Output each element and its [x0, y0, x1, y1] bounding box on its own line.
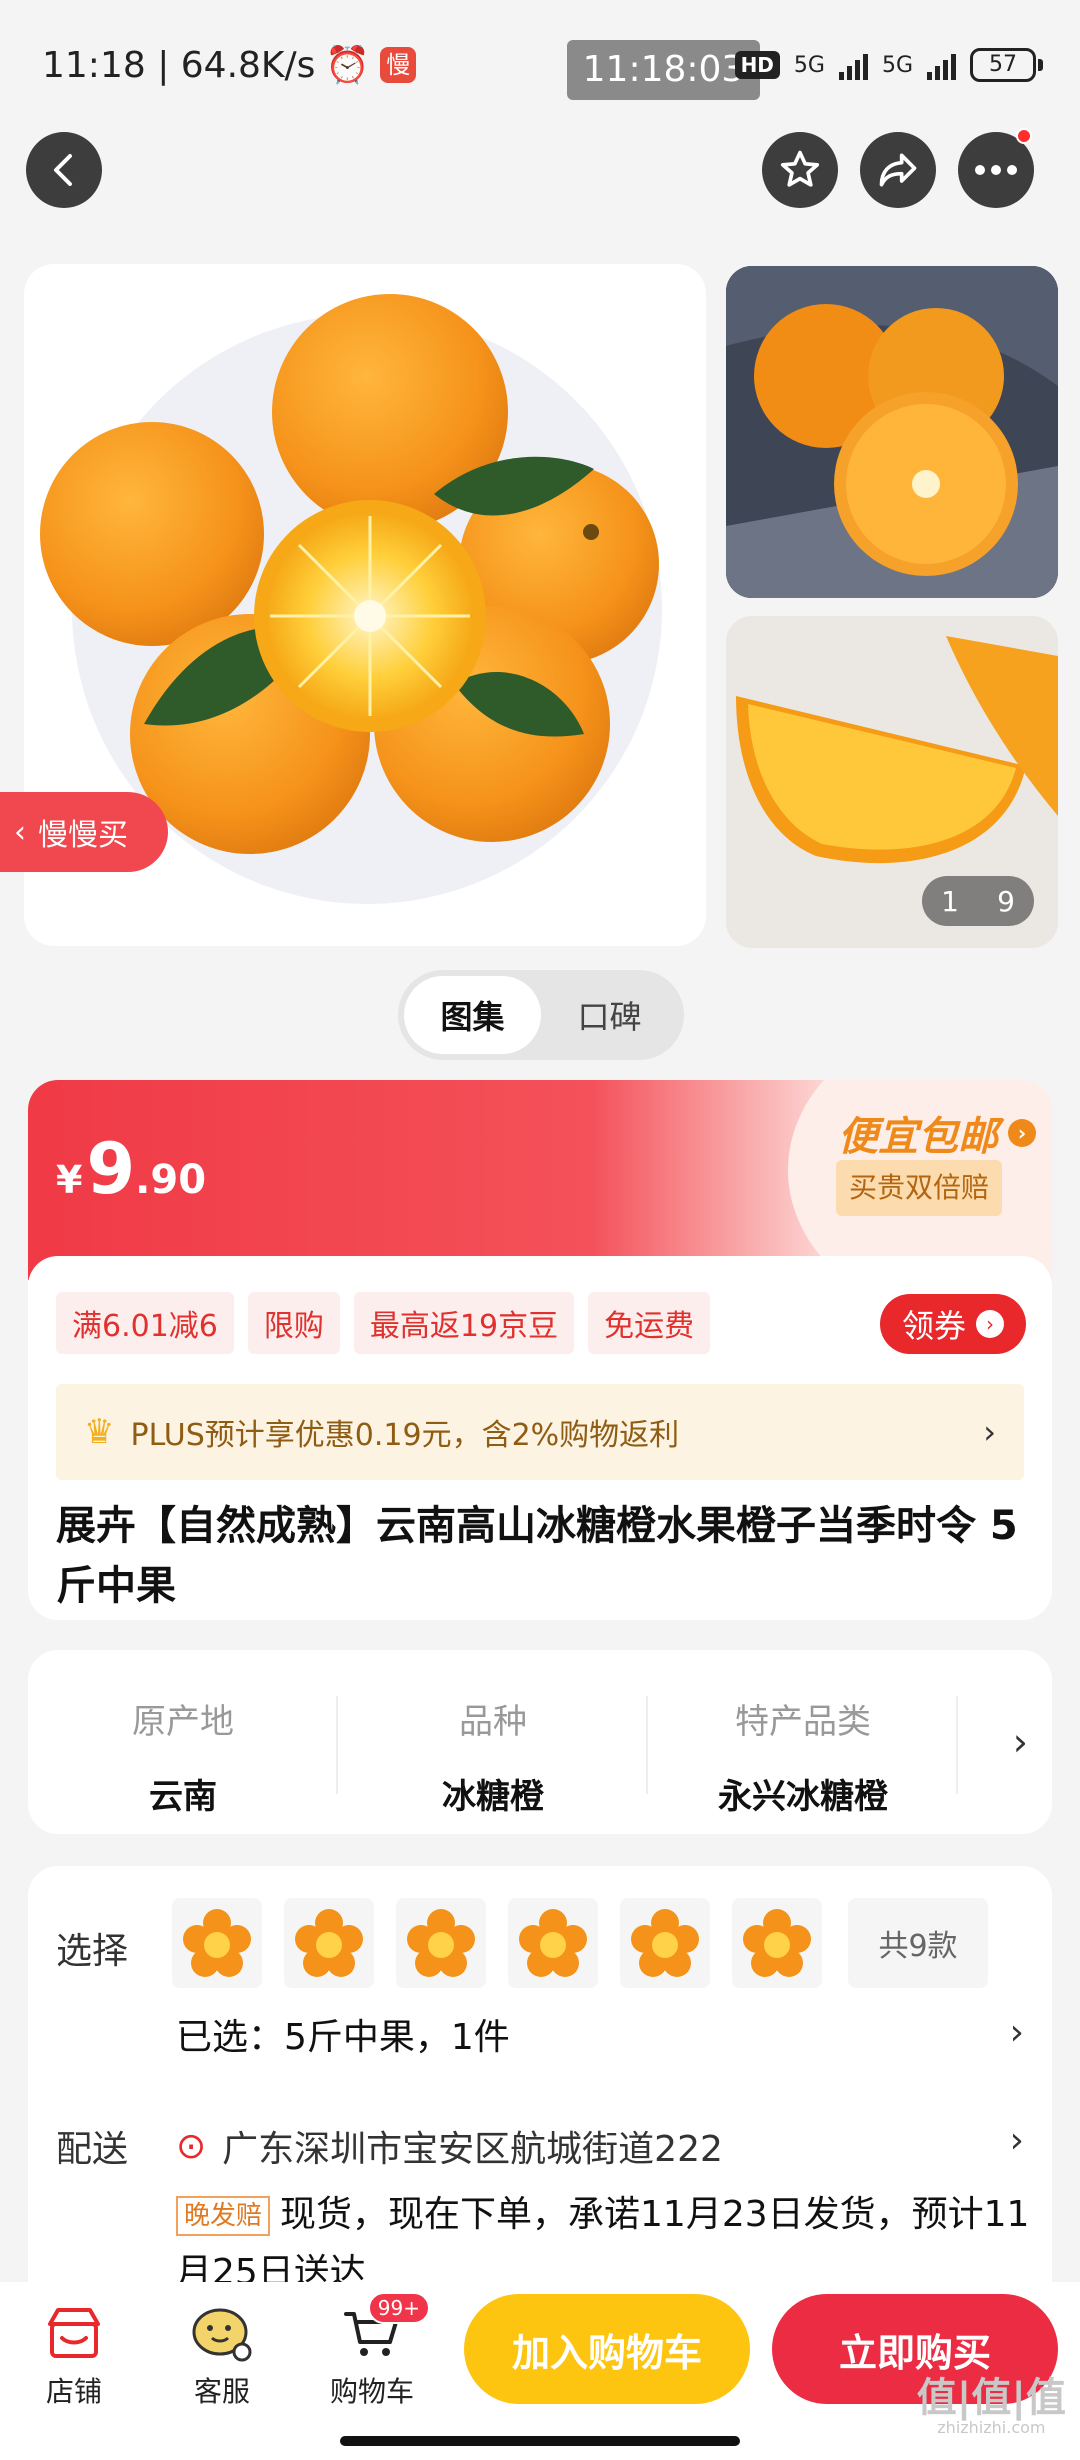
shop-button[interactable]: 店铺: [24, 2298, 124, 2410]
oranges-photo-2: [726, 266, 1058, 598]
gallery-thumb-2[interactable]: 1 9: [726, 616, 1058, 948]
address-text: 广东深圳市宝安区航城街道222: [222, 2129, 723, 2170]
promo-tags: 满6.01减6 限购 最高返19京豆 免运费: [56, 1292, 711, 1354]
variant-thumb[interactable]: [172, 1898, 262, 1988]
chevron-left-icon: [54, 154, 72, 186]
customer-service-label: 客服: [193, 2375, 250, 2408]
cheap-free-shipping-link[interactable]: 便宜包邮 ›: [838, 1104, 1036, 1162]
orange-variant-icon: [407, 1909, 475, 1977]
counter-total: 9: [997, 884, 1015, 918]
selection-label: 选择: [56, 1931, 129, 1972]
delivery-info-text: 现货，现在下单，承诺11月23日发货，预计11月25日送达: [176, 2194, 1030, 2286]
star-icon: [780, 150, 820, 187]
promo-tag[interactable]: 免运费: [588, 1292, 711, 1354]
tab-gallery[interactable]: 图集: [404, 976, 541, 1054]
more-button[interactable]: [958, 128, 1034, 208]
orange-variant-icon: [295, 1909, 363, 1977]
attribute-value: 冰糖橙: [442, 1777, 544, 1817]
variant-thumbnails: [172, 1898, 822, 1988]
more-dots-icon: [975, 165, 1017, 175]
delivery-label: 配送: [56, 2129, 129, 2170]
crown-icon: ♛: [84, 1412, 115, 1452]
variant-thumb[interactable]: [620, 1898, 710, 1988]
manmanmai-return-tag[interactable]: ‹ 慢慢买: [0, 792, 168, 872]
watermark-main: 值|值|值: [916, 2375, 1066, 2421]
price: ¥ 9 .90: [56, 1128, 206, 1210]
gallery-counter: 1 9: [922, 876, 1034, 926]
chevron-right-icon: ›: [1012, 1720, 1028, 1764]
attribute-value: 永兴冰糖橙: [718, 1777, 888, 1817]
shop-label: 店铺: [45, 2375, 102, 2408]
chevron-left-icon: ‹: [14, 814, 26, 850]
location-pin-icon: ⊙: [176, 2125, 207, 2167]
product-title: 展卉【自然成熟】云南高山冰糖橙水果橙子当季时令 5斤中果: [56, 1503, 1018, 1609]
counter-current: 1: [941, 884, 959, 918]
shop-icon: [24, 2298, 124, 2370]
cart-button[interactable]: 99+ 购物车: [322, 2292, 430, 2410]
attribute-value: 云南: [149, 1777, 217, 1817]
product-page: 11:18 | 64.8K/s ⏰ 慢 11:18:03 HD 5G 5G 57: [0, 0, 1080, 2460]
attribute-label: 品种: [459, 1702, 527, 1742]
plus-benefit-row[interactable]: ♛ PLUS预计享优惠0.19元，含2%购物返利 ›: [56, 1384, 1024, 1480]
notification-dot: [1016, 128, 1032, 144]
attribute-label: 特产品类: [735, 1702, 871, 1742]
home-indicator[interactable]: [340, 2436, 740, 2446]
price-decimal: .90: [135, 1157, 207, 1203]
delivery-info: 晚发赔 现货，现在下单，承诺11月23日发货，预计11月25日送达: [176, 2186, 1036, 2286]
variant-thumb[interactable]: [508, 1898, 598, 1988]
watermark: 值|值|值 zhizhizhi.com: [917, 2378, 1066, 2438]
orange-variant-icon: [631, 1909, 699, 1977]
promo-tag[interactable]: 限购: [247, 1292, 340, 1354]
variant-thumb[interactable]: [284, 1898, 374, 1988]
selection-card: 选择 共9款 已选：5斤中果，1件 › 配送 ⊙ 广东深圳市宝安区航城街道222…: [28, 1866, 1052, 2286]
delivery-address[interactable]: ⊙ 广东深圳市宝安区航城街道222: [176, 2120, 723, 2172]
gallery-tabs: 图集 口碑: [398, 970, 684, 1060]
promo-tag[interactable]: 最高返19京豆: [353, 1292, 575, 1354]
cart-count-badge: 99+: [367, 2292, 430, 2324]
chevron-right-icon: ›: [983, 1413, 996, 1451]
plus-benefit-text: PLUS预计享优惠0.19元，含2%购物返利: [130, 1418, 680, 1453]
cart-icon: 99+: [322, 2292, 430, 2370]
divider: [956, 1696, 958, 1794]
attribute-label: 原产地: [132, 1702, 234, 1742]
attribute-category: 特产品类 永兴冰糖橙: [648, 1694, 958, 1818]
share-button[interactable]: [860, 132, 936, 208]
price-guarantee-badge: 买贵双倍赔: [836, 1160, 1002, 1216]
favorite-button[interactable]: [762, 132, 838, 208]
promo-title: 便宜包邮: [838, 1114, 998, 1160]
chevron-right-icon[interactable]: ›: [1010, 2120, 1024, 2161]
orange-variant-icon: [519, 1909, 587, 1977]
price-card: ¥ 9 .90 便宜包邮 › 买贵双倍赔 满6.01减6 限购 最高返19京豆 …: [28, 1080, 1052, 1620]
tab-reviews[interactable]: 口碑: [541, 976, 678, 1054]
selected-variant-text[interactable]: 已选：5斤中果，1件: [176, 2008, 510, 2060]
customer-service-button[interactable]: 客服: [172, 2298, 272, 2410]
variant-thumb[interactable]: [732, 1898, 822, 1988]
chevron-right-icon: ›: [976, 1310, 1004, 1338]
chevron-right-icon: ›: [1008, 1119, 1036, 1147]
price-integer: 9: [86, 1128, 136, 1210]
all-variants-button[interactable]: 共9款: [848, 1898, 988, 1988]
promo-section: 满6.01减6 限购 最高返19京豆 免运费 领券 › ♛ PLUS预计享优惠0…: [28, 1256, 1052, 1620]
chevron-right-icon[interactable]: ›: [1010, 2012, 1024, 2053]
orange-variant-icon: [743, 1909, 811, 1977]
variant-thumb[interactable]: [396, 1898, 486, 1988]
price-banner: ¥ 9 .90 便宜包邮 › 买贵双倍赔: [28, 1080, 1052, 1320]
currency-symbol: ¥: [56, 1158, 83, 1202]
add-to-cart-button[interactable]: 加入购物车: [464, 2294, 750, 2404]
share-icon: [879, 153, 917, 187]
gallery-thumb-1[interactable]: [726, 266, 1058, 598]
back-button[interactable]: [26, 132, 102, 208]
cart-label: 购物车: [329, 2375, 414, 2408]
get-coupon-button[interactable]: 领券 ›: [880, 1294, 1026, 1354]
promo-tag[interactable]: 满6.01减6: [56, 1292, 234, 1354]
orange-variant-icon: [183, 1909, 251, 1977]
watermark-sub: zhizhizhi.com: [937, 2418, 1046, 2437]
attributes-card[interactable]: 原产地 云南 品种 冰糖橙 特产品类 永兴冰糖橙 ›: [28, 1650, 1052, 1834]
attribute-origin: 原产地 云南: [28, 1694, 338, 1818]
customer-service-icon: [172, 2298, 272, 2370]
slow-buy-label: 慢慢买: [38, 818, 128, 853]
coupon-label: 领券: [901, 1307, 966, 1345]
late-delivery-compensation-tag: 晚发赔: [176, 2196, 271, 2236]
attribute-variety: 品种 冰糖橙: [338, 1694, 648, 1818]
